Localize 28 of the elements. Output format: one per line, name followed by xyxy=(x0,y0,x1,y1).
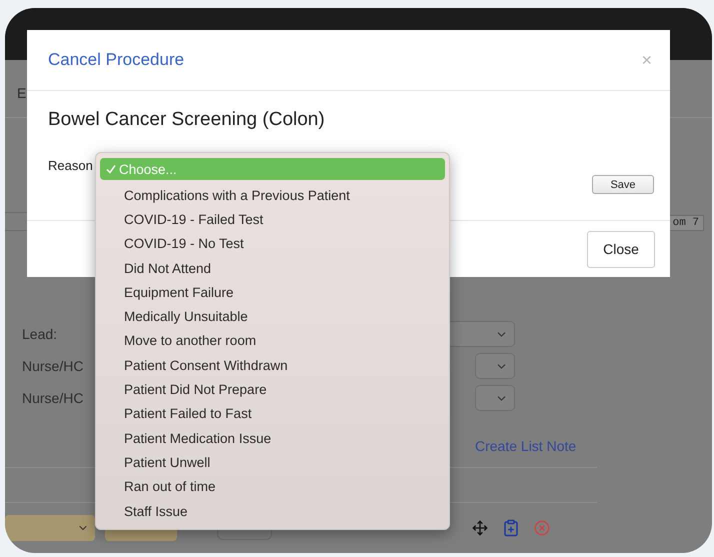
procedure-name: Bowel Cancer Screening (Colon) xyxy=(48,109,326,131)
dropdown-option[interactable]: Complications with a Previous Patient xyxy=(100,183,445,208)
tan-select[interactable] xyxy=(5,515,95,541)
dropdown-option[interactable]: Staff Issue xyxy=(100,498,445,524)
move-icon[interactable] xyxy=(472,520,488,536)
clipboard-icon[interactable] xyxy=(502,519,520,537)
dropdown-option[interactable]: Patient Medication Issue xyxy=(100,426,445,450)
dropdown-option[interactable]: Patient Unwell xyxy=(100,450,445,475)
staff-label: Lead: xyxy=(22,326,58,342)
save-button[interactable]: Save xyxy=(592,175,654,194)
dropdown-option[interactable]: Patient Did Not Prepare xyxy=(100,377,445,402)
dialog-title: Cancel Procedure xyxy=(48,50,184,70)
reason-label: Reason xyxy=(48,158,93,173)
checkmark-icon xyxy=(106,164,116,174)
dropdown-option[interactable]: COVID-19 - Failed Test xyxy=(100,207,445,232)
dropdown-option[interactable]: Did Not Attend xyxy=(100,256,445,280)
room-label: om 7 xyxy=(668,215,704,231)
staff-label: Nurse/HC xyxy=(22,390,84,406)
dropdown-option[interactable]: Patient Consent Withdrawn xyxy=(100,353,445,378)
close-icon[interactable] xyxy=(534,520,550,536)
close-button[interactable]: Close xyxy=(587,230,655,268)
dropdown-option[interactable]: Move to another room xyxy=(100,328,445,354)
dropdown-option[interactable]: Medically Unsuitable xyxy=(100,304,445,329)
dropdown-option[interactable]: COVID-19 - No Test xyxy=(100,232,445,256)
dropdown-option[interactable]: Equipment Failure xyxy=(100,280,445,304)
dropdown-option[interactable]: Patient Failed to Fast xyxy=(100,402,445,426)
staff-label: Nurse/HC xyxy=(22,358,84,374)
dropdown-option[interactable]: Ran out of time xyxy=(100,474,445,499)
